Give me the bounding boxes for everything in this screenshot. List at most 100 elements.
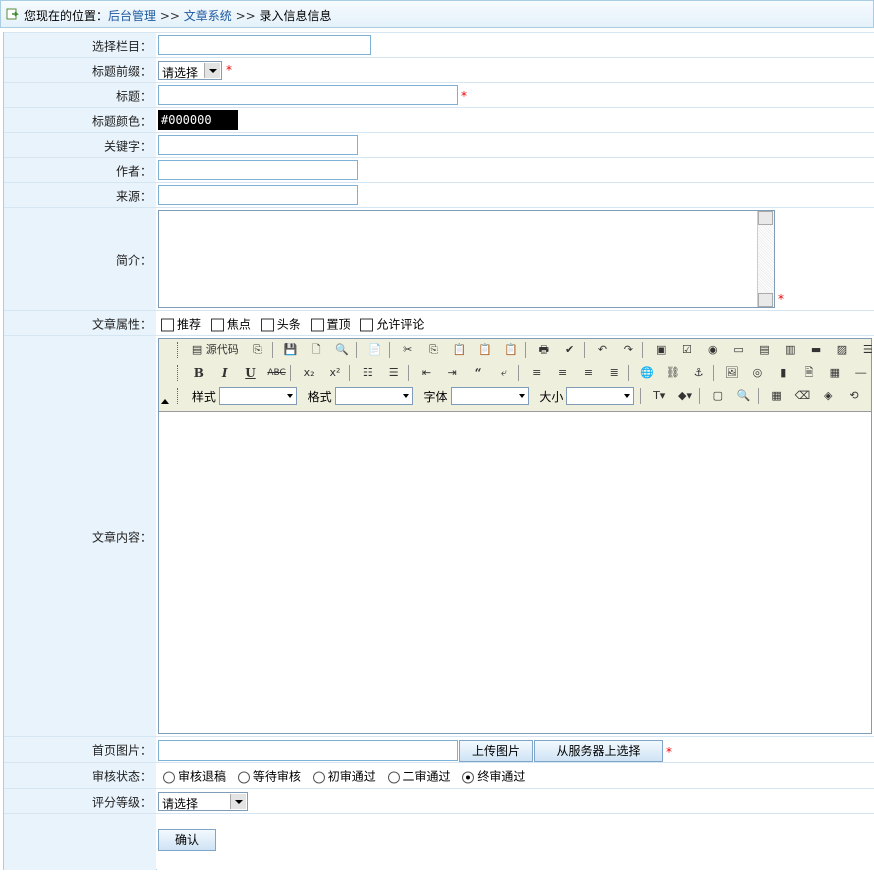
- remove-format-icon[interactable]: ⌫: [793, 387, 811, 405]
- paste-word-icon[interactable]: 📋: [502, 341, 520, 359]
- link-icon[interactable]: 🌐: [638, 364, 656, 382]
- cut-icon[interactable]: ✂: [399, 341, 417, 359]
- submit-button[interactable]: 确认: [158, 829, 216, 851]
- choose-from-server-button[interactable]: 从服务器上选择: [534, 740, 663, 762]
- status-rejected[interactable]: 审核退稿: [157, 770, 226, 784]
- keywords-input[interactable]: [158, 135, 358, 155]
- summary-textarea[interactable]: [158, 210, 775, 308]
- media-icon[interactable]: ▮: [774, 364, 792, 382]
- status-first-review[interactable]: 初审通过: [307, 770, 376, 784]
- radio-selected[interactable]: [462, 771, 475, 783]
- button-icon[interactable]: ▬: [807, 341, 825, 359]
- source-code-button[interactable]: ▤ 源代码: [190, 341, 241, 359]
- checkbox[interactable]: [210, 318, 224, 331]
- column-input[interactable]: [158, 35, 371, 55]
- file-icon[interactable]: 🗎: [800, 364, 818, 382]
- title-color-input[interactable]: #000000: [158, 110, 238, 130]
- status-final-review[interactable]: 终审通过: [456, 770, 525, 784]
- text-color-icon[interactable]: T▾: [650, 387, 668, 405]
- breadcrumb-home-link[interactable]: 后台管理: [108, 9, 156, 23]
- bg-color-icon[interactable]: ◆▾: [676, 387, 694, 405]
- redo-icon[interactable]: ↷: [619, 341, 637, 359]
- select-all-icon[interactable]: ▦: [768, 387, 786, 405]
- form-icon[interactable]: ▣: [652, 341, 670, 359]
- summary-scrollbar[interactable]: [757, 211, 774, 307]
- anchor-icon[interactable]: ⚓: [690, 364, 708, 382]
- format-select[interactable]: [334, 387, 413, 405]
- checkbox[interactable]: [310, 318, 324, 331]
- radio[interactable]: [312, 771, 325, 783]
- attr-recommend[interactable]: 推荐: [157, 317, 201, 331]
- print-icon[interactable]: 🖶: [535, 341, 553, 359]
- align-right-icon[interactable]: ≡: [579, 364, 597, 382]
- template-icon[interactable]: ⎘: [249, 341, 267, 359]
- breadcrumb-section-link[interactable]: 文章系统: [184, 9, 232, 23]
- radio[interactable]: [237, 771, 250, 783]
- status-second-review[interactable]: 二审通过: [382, 770, 451, 784]
- unordered-list-icon[interactable]: ☰: [385, 364, 403, 382]
- hidden-field-icon[interactable]: ☰: [859, 341, 874, 359]
- bold-icon[interactable]: B: [190, 364, 208, 382]
- subscript-icon[interactable]: x₂: [300, 364, 318, 382]
- indent-icon[interactable]: ⇥: [443, 364, 461, 382]
- align-left-icon[interactable]: ≡: [528, 364, 546, 382]
- textarea-icon[interactable]: ▤: [755, 341, 773, 359]
- paste-text-icon[interactable]: 📋: [476, 341, 494, 359]
- save-icon[interactable]: 💾: [281, 341, 299, 359]
- font-select[interactable]: [450, 387, 529, 405]
- editor-content-area[interactable]: [159, 412, 871, 733]
- table-icon[interactable]: ▦: [826, 364, 844, 382]
- prefix-select[interactable]: 请选择: [158, 61, 222, 80]
- textfield-icon[interactable]: ▭: [730, 341, 748, 359]
- unlink-icon[interactable]: ⛓: [664, 364, 682, 382]
- scroll-down-icon[interactable]: [758, 293, 773, 307]
- ordered-list-icon[interactable]: ☷: [359, 364, 377, 382]
- image-button-icon[interactable]: ▨: [833, 341, 851, 359]
- outdent-icon[interactable]: ⇤: [417, 364, 435, 382]
- new-page-icon[interactable]: 🗋: [307, 341, 325, 359]
- title-input[interactable]: [158, 85, 458, 105]
- templates-icon[interactable]: 📄: [366, 341, 384, 359]
- attr-headline[interactable]: 头条: [257, 317, 301, 331]
- about-icon[interactable]: ⟲: [845, 387, 863, 405]
- horizontal-rule-icon[interactable]: ―: [852, 364, 870, 382]
- spellcheck-icon[interactable]: ✔: [561, 341, 579, 359]
- style-select[interactable]: [218, 387, 297, 405]
- status-pending[interactable]: 等待审核: [232, 770, 301, 784]
- copy-icon[interactable]: ⎘: [425, 341, 443, 359]
- upload-image-button[interactable]: 上传图片: [459, 740, 533, 762]
- align-justify-icon[interactable]: ≣: [605, 364, 623, 382]
- attr-allow-comment[interactable]: 允许评论: [356, 317, 424, 331]
- checkbox-icon[interactable]: ☑: [678, 341, 696, 359]
- source-input[interactable]: [158, 185, 358, 205]
- italic-icon[interactable]: I: [216, 364, 234, 382]
- select-icon[interactable]: ▥: [781, 341, 799, 359]
- box-icon[interactable]: ◈: [819, 387, 837, 405]
- checkbox[interactable]: [161, 318, 174, 331]
- size-select[interactable]: [566, 387, 635, 405]
- radio[interactable]: [387, 771, 400, 783]
- show-blocks-icon[interactable]: 🔍: [735, 387, 753, 405]
- image-path-input[interactable]: [158, 740, 458, 761]
- preview-icon[interactable]: 🔍: [333, 341, 351, 359]
- blockquote-icon[interactable]: “: [469, 364, 487, 382]
- image-icon[interactable]: 🖼: [723, 364, 741, 382]
- checkbox[interactable]: [360, 318, 374, 331]
- superscript-icon[interactable]: x²: [326, 364, 344, 382]
- paste-icon[interactable]: 📋: [450, 341, 468, 359]
- maximize-icon[interactable]: ▢: [709, 387, 727, 405]
- checkbox[interactable]: [260, 318, 274, 331]
- strikethrough-icon[interactable]: ABC: [267, 364, 285, 382]
- collapse-toolbar-icon[interactable]: [161, 399, 169, 404]
- scroll-up-icon[interactable]: [758, 211, 773, 225]
- author-input[interactable]: [158, 160, 358, 180]
- radio[interactable]: [163, 771, 175, 783]
- radio-icon[interactable]: ◉: [704, 341, 722, 359]
- rating-select[interactable]: 请选择: [158, 792, 248, 811]
- attr-top[interactable]: 置顶: [307, 317, 351, 331]
- undo-icon[interactable]: ↶: [593, 341, 611, 359]
- align-center-icon[interactable]: ≡: [554, 364, 572, 382]
- underline-icon[interactable]: U: [241, 364, 259, 382]
- flash-icon[interactable]: ◎: [748, 364, 766, 382]
- div-icon[interactable]: ⤶: [495, 364, 513, 382]
